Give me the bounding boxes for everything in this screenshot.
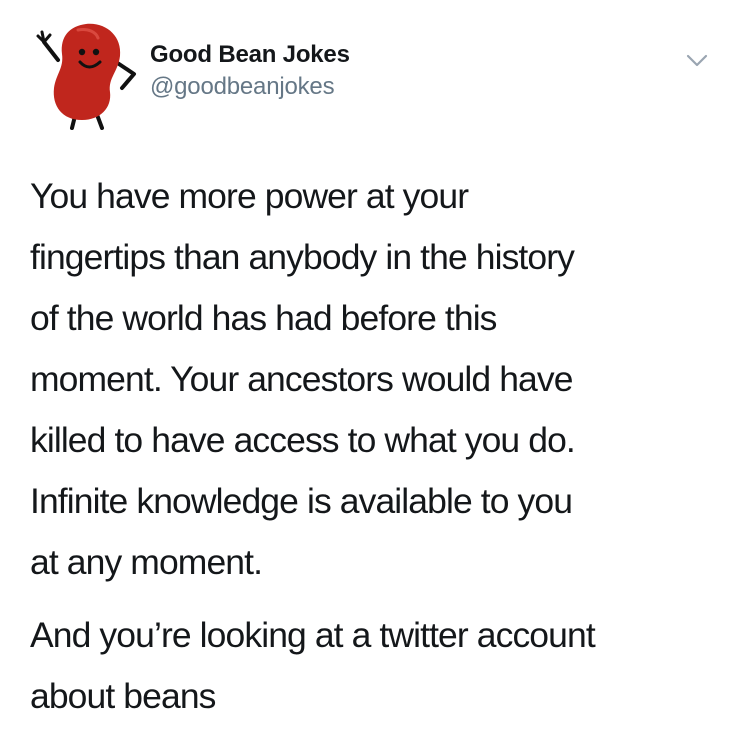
tweet-header: Good Bean Jokes @goodbeanjokes xyxy=(22,20,722,130)
author-display-name[interactable]: Good Bean Jokes xyxy=(150,40,350,70)
text-line: moment. Your ancestors would have xyxy=(30,359,573,399)
tweet-menu-button[interactable] xyxy=(683,50,711,70)
text-line: at any moment. xyxy=(30,542,263,582)
author-names: Good Bean Jokes @goodbeanjokes xyxy=(150,40,350,102)
kidney-bean-mascot-icon xyxy=(36,23,136,130)
tweet: Good Bean Jokes @goodbeanjokes You have … xyxy=(0,0,736,751)
text-line: fingertips than anybody in the history xyxy=(30,237,575,277)
chevron-down-icon xyxy=(686,54,708,67)
text-line: killed to have access to what you do. xyxy=(30,420,576,460)
text-line: And you’re looking at a twitter account xyxy=(30,615,596,655)
avatar[interactable] xyxy=(30,20,148,130)
tweet-text: You have more power at your fingertips t… xyxy=(30,166,720,727)
text-line: about beans xyxy=(30,676,216,716)
text-line: You have more power at your xyxy=(30,176,469,216)
tweet-paragraph: You have more power at your fingertips t… xyxy=(30,166,720,593)
text-line: of the world has had before this xyxy=(30,298,497,338)
tweet-paragraph: And you’re looking at a twitter account … xyxy=(30,605,720,727)
text-line: Infinite knowledge is available to you xyxy=(30,481,573,521)
author-handle[interactable]: @goodbeanjokes xyxy=(150,72,350,102)
